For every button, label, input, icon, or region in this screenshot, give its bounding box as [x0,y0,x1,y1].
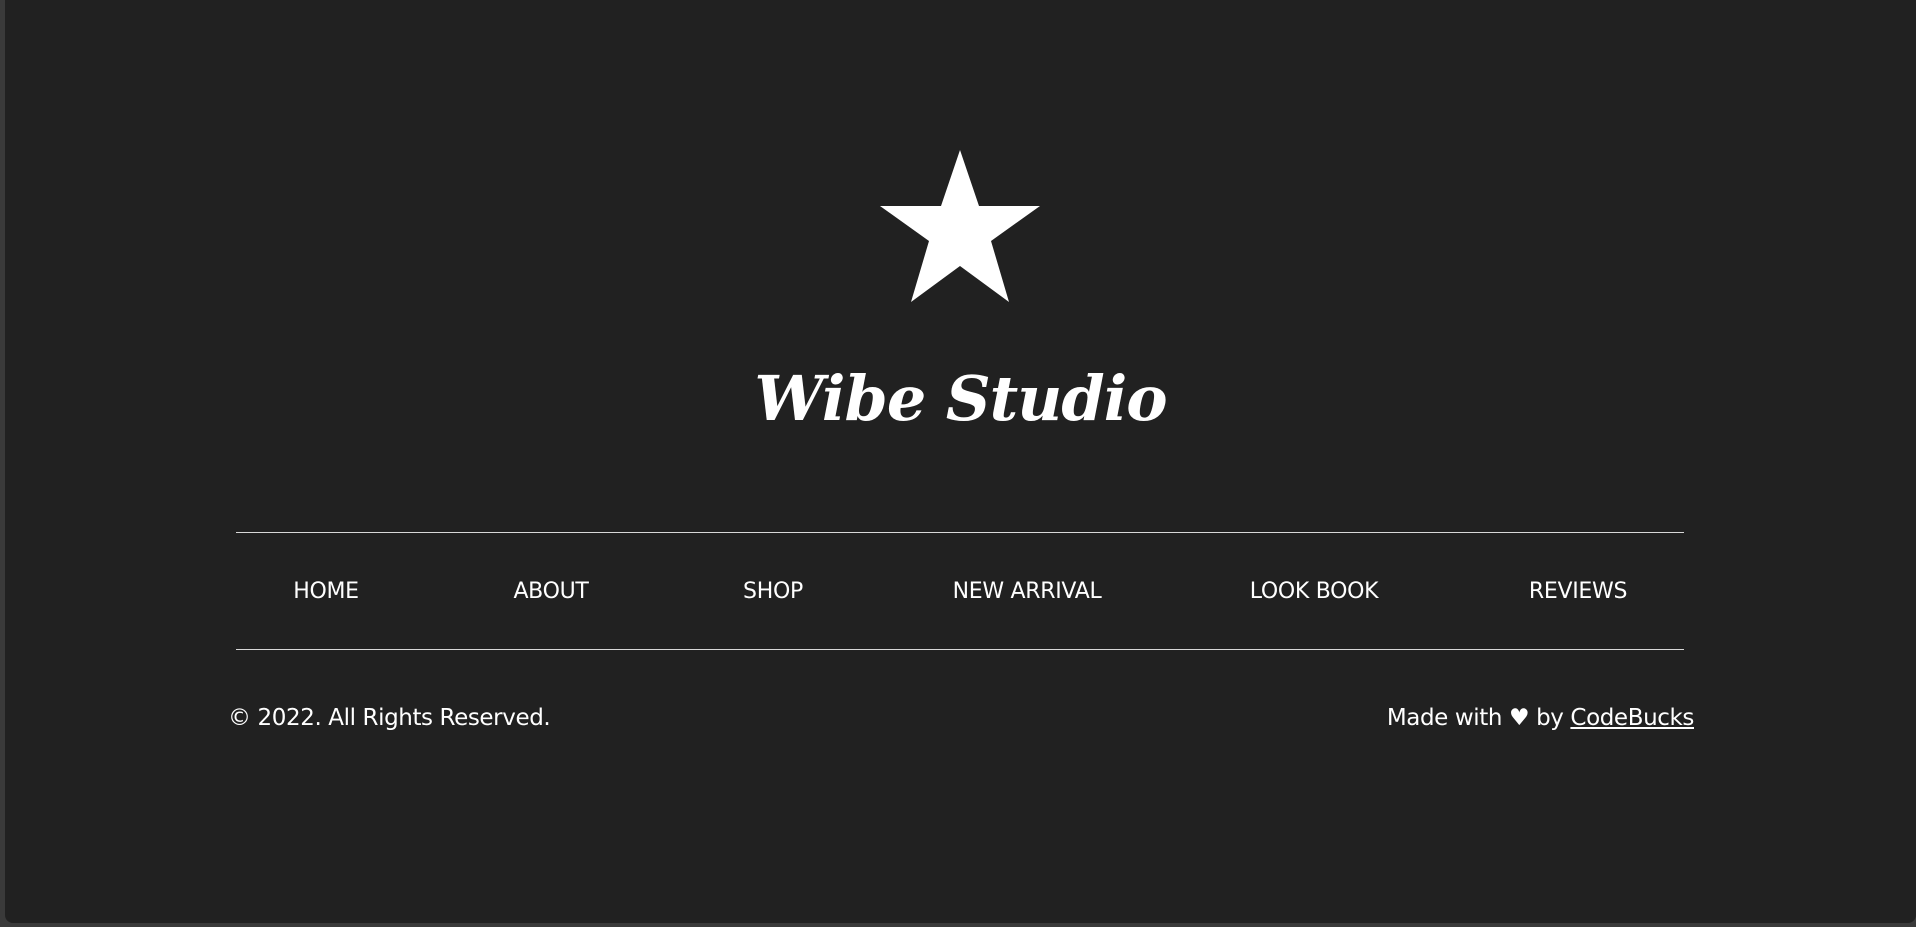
nav-item-about[interactable]: ABOUT [513,579,588,604]
credit-text: Made with ♥ by CodeBucks [1386,705,1695,731]
nav-item-look-book[interactable]: LOOK BOOK [1250,579,1379,604]
brand-name: Wibe Studio [754,362,1167,435]
copyright-text: © 2022. All Rights Reserved. [228,705,551,731]
credit-prefix: Made with ♥ by [1386,705,1571,731]
nav-item-new-arrival[interactable]: NEW ARRIVAL [953,579,1102,604]
nav-item-shop[interactable]: SHOP [743,579,803,604]
footer-nav: HOME ABOUT SHOP NEW ARRIVAL LOOK BOOK RE… [5,579,1916,609]
codebucks-link[interactable]: CodeBucks [1570,705,1694,731]
site-footer: Wibe Studio HOME ABOUT SHOP NEW ARRIVAL … [5,0,1916,923]
star-icon [880,150,1040,302]
nav-item-reviews[interactable]: REVIEWS [1529,579,1628,604]
nav-divider-bottom [236,649,1684,650]
nav-item-home[interactable]: HOME [293,579,359,604]
nav-divider-top [236,532,1684,533]
